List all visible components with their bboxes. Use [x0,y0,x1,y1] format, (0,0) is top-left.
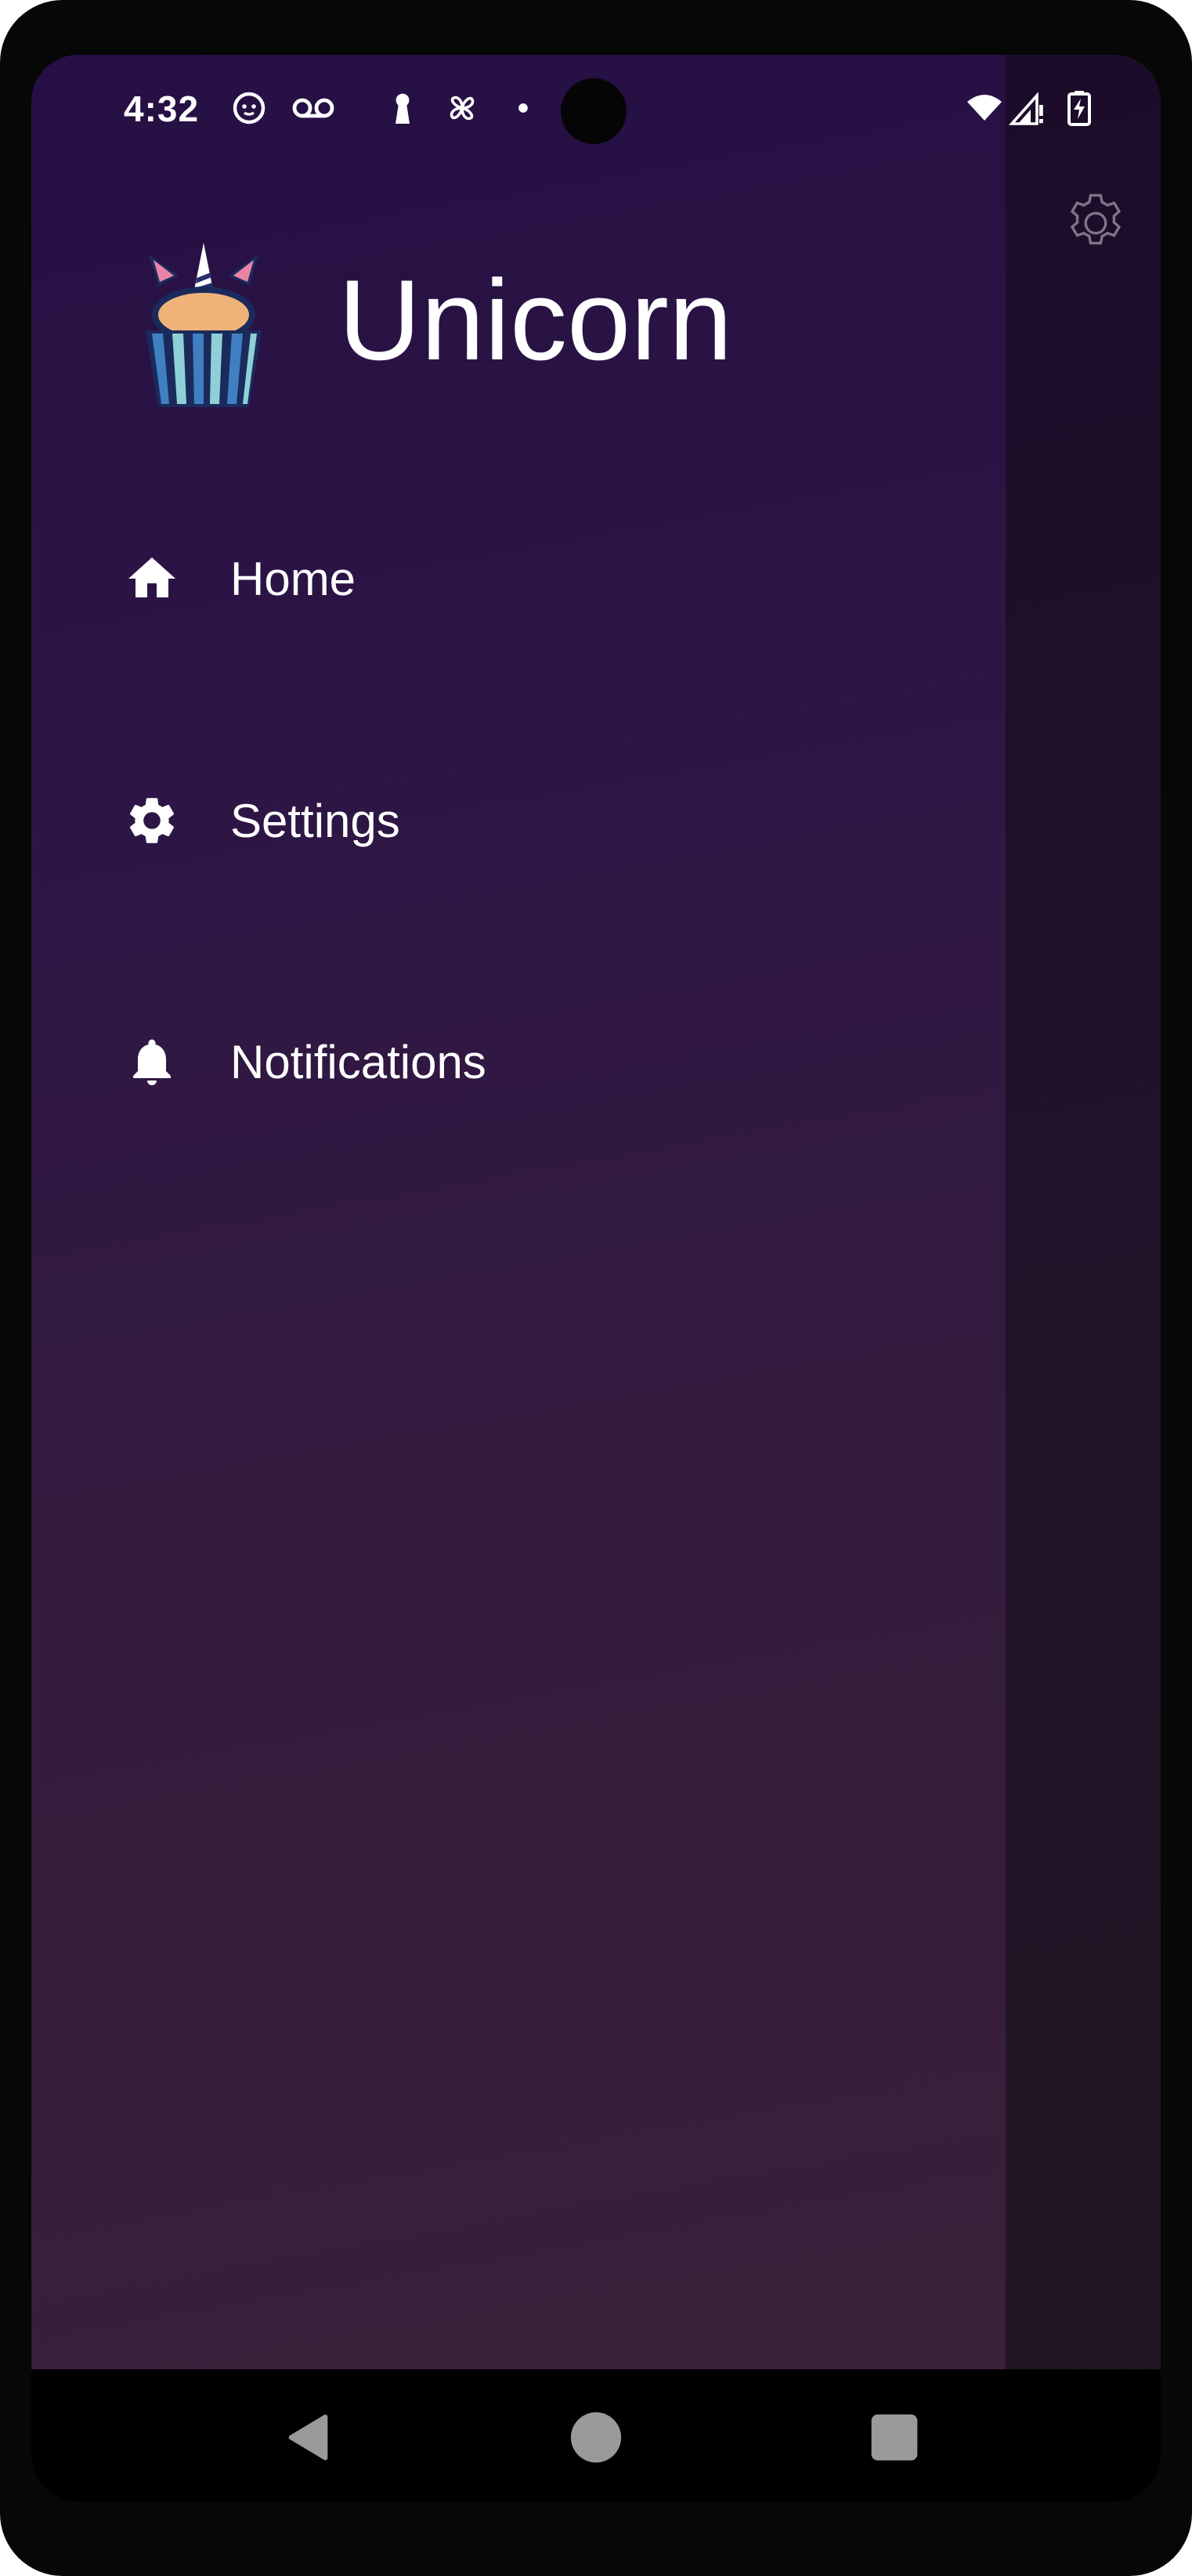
pinwheel-icon [450,96,475,121]
system-navigation-bar [31,2369,1161,2502]
cat-face-icon [233,92,265,124]
battery-charging-icon [1067,91,1091,126]
dot-icon [518,103,528,113]
drawer-item-home-label: Home [230,552,356,605]
app-title: Unicorn [338,256,733,384]
screen: Unicorn Home Settings Notifications 4:32 [31,55,1161,2502]
back-icon[interactable] [282,2410,337,2465]
keyhole-icon [396,93,410,124]
drawer-item-notifications-label: Notifications [230,1035,486,1088]
status-time: 4:32 [124,88,200,129]
drawer-item-home[interactable]: Home [31,512,1006,645]
cellular-no-signal-icon [1008,92,1043,125]
drawer-item-notifications[interactable]: Notifications [31,995,1006,1128]
status-bar: 4:32 [31,55,1161,172]
drawer-item-settings[interactable]: Settings [31,754,1006,887]
phone-frame: Unicorn Home Settings Notifications 4:32 [0,0,1192,2576]
drawer-item-settings-label: Settings [230,794,400,847]
voicemail-icon [292,98,334,118]
drawer-header: Unicorn [141,188,846,407]
home-icon [128,557,175,597]
recents-square-icon[interactable] [869,2412,919,2462]
home-circle-icon[interactable] [569,2410,623,2465]
settings-gear-outline-icon[interactable] [1060,188,1131,258]
wifi-icon [967,95,1002,121]
front-camera [561,78,627,144]
bell-icon [133,1039,171,1085]
navigation-drawer: Unicorn Home Settings Notifications [31,55,1006,2369]
unicorn-cupcake-logo [146,243,262,407]
gear-icon [129,798,175,843]
